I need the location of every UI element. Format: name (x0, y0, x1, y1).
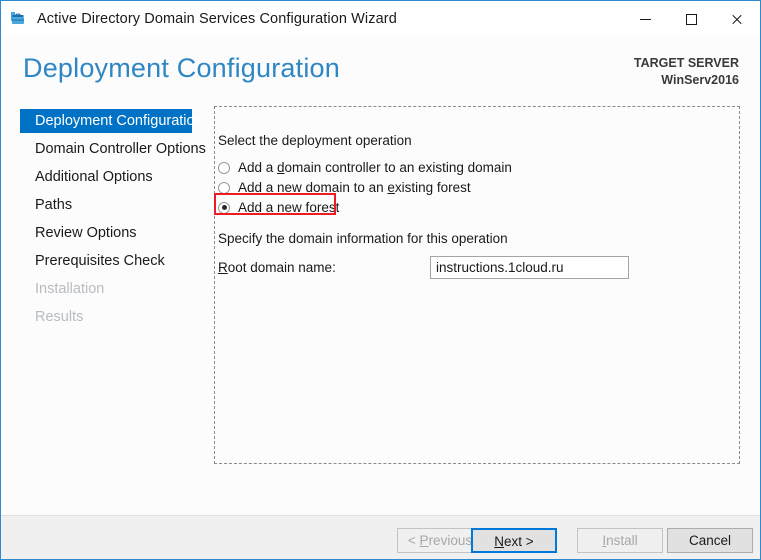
root-domain-name-label: Root domain name: (218, 260, 336, 275)
target-server-name: WinServ2016 (661, 73, 739, 87)
radio-mark-add-new-domain (218, 181, 230, 194)
install-button[interactable]: Install (577, 528, 663, 553)
sidebar-item-label: Paths (35, 197, 73, 213)
radio-add-new-forest[interactable]: Add a new forest (218, 197, 339, 218)
minimize-icon[interactable] (622, 1, 668, 37)
sidebar-item-label: Installation (35, 281, 105, 297)
sidebar-item-label: Results (35, 309, 84, 325)
sidebar-item-additional-options[interactable]: Additional Options (20, 165, 163, 189)
page-header: Deployment Configuration TARGET SERVER W… (1, 37, 760, 100)
sidebar-item-results: Results (20, 305, 93, 329)
root-domain-name-input[interactable] (430, 256, 629, 279)
wizard-footer: < Previous Next > Install Cancel (1, 515, 760, 559)
sidebar-item-label: Deployment Configuration (35, 113, 203, 129)
close-icon[interactable] (714, 1, 760, 37)
window-controls (622, 1, 760, 37)
cancel-button[interactable]: Cancel (667, 528, 753, 553)
wizard-window: Active Directory Domain Services Configu… (0, 0, 761, 560)
radio-mark-add-new-forest (218, 201, 230, 214)
specify-domain-label: Specify the domain information for this … (218, 231, 508, 246)
sidebar-item-label: Domain Controller Options (35, 141, 206, 157)
sidebar-item-installation: Installation (20, 277, 114, 301)
radio-label-add-domain-controller: Add a domain controller to an existing d… (238, 160, 512, 175)
window-title: Active Directory Domain Services Configu… (37, 11, 397, 27)
ad-ds-wizard-icon (9, 9, 29, 29)
select-operation-label: Select the deployment operation (218, 133, 412, 148)
sidebar-item-deployment-configuration[interactable]: Deployment Configuration (20, 109, 203, 133)
target-server-label: TARGET SERVER (633, 56, 739, 70)
deployment-configuration-panel: Select the deployment operation Add a do… (214, 106, 740, 464)
title-bar: Active Directory Domain Services Configu… (1, 1, 760, 37)
wizard-body: Deployment Configuration Domain Controlle… (1, 100, 760, 514)
next-button[interactable]: Next > (471, 528, 557, 553)
radio-label-add-new-forest: Add a new forest (238, 200, 340, 215)
page-title: Deployment Configuration (23, 53, 340, 83)
sidebar-item-domain-controller-options[interactable]: Domain Controller Options (20, 137, 216, 161)
sidebar-item-review-options[interactable]: Review Options (20, 221, 147, 245)
radio-add-new-domain[interactable]: Add a new domain to an existing forest (218, 177, 471, 198)
sidebar-item-label: Prerequisites Check (35, 253, 165, 269)
sidebar-item-label: Review Options (35, 225, 137, 241)
target-server-info: TARGET SERVER WinServ2016 (634, 55, 739, 89)
sidebar-item-label: Additional Options (35, 169, 153, 185)
sidebar-item-paths[interactable]: Paths (20, 193, 82, 217)
radio-label-add-new-domain: Add a new domain to an existing forest (238, 180, 471, 195)
maximize-icon[interactable] (668, 1, 714, 37)
radio-mark-add-domain-controller (218, 161, 230, 174)
wizard-steps-nav: Deployment Configuration Domain Controlle… (1, 100, 209, 514)
radio-add-domain-controller[interactable]: Add a domain controller to an existing d… (218, 157, 512, 178)
sidebar-item-prerequisites-check[interactable]: Prerequisites Check (20, 249, 175, 273)
